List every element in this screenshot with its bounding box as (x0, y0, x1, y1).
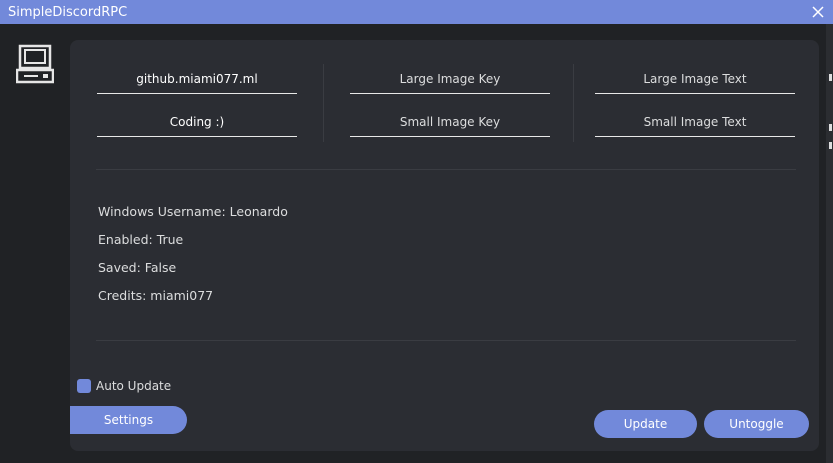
state-input[interactable]: Coding :) (97, 107, 297, 137)
update-button[interactable]: Update (594, 410, 697, 438)
settings-button[interactable]: Settings (70, 406, 187, 434)
large-image-text-input[interactable]: Large Image Text (595, 64, 795, 94)
title-bar[interactable]: SimpleDiscordRPC (0, 0, 833, 24)
auto-update-toggle[interactable]: Auto Update (77, 379, 171, 393)
edge-mark (829, 74, 832, 81)
edge-mark (829, 142, 832, 149)
untoggle-button[interactable]: Untoggle (704, 410, 809, 438)
large-image-key-input[interactable]: Large Image Key (350, 64, 550, 94)
computer-icon (15, 44, 55, 84)
close-icon[interactable] (803, 0, 833, 24)
small-image-text-input[interactable]: Small Image Text (595, 107, 795, 137)
enabled-status: Enabled: True (98, 232, 184, 247)
column-divider (323, 64, 324, 142)
window-title: SimpleDiscordRPC (8, 4, 128, 20)
column-divider (573, 64, 574, 142)
right-edge-strip (826, 24, 833, 463)
username-text: Windows Username: Leonardo (98, 204, 288, 219)
credits-text: Credits: miami077 (98, 288, 214, 303)
details-input[interactable]: github.miami077.ml (97, 64, 297, 94)
edge-mark (829, 124, 832, 131)
small-image-key-input[interactable]: Small Image Key (350, 107, 550, 137)
section-divider (96, 340, 796, 341)
auto-update-checkbox[interactable] (77, 379, 91, 393)
section-divider (96, 169, 796, 170)
saved-status: Saved: False (98, 260, 177, 275)
auto-update-label: Auto Update (96, 379, 172, 393)
